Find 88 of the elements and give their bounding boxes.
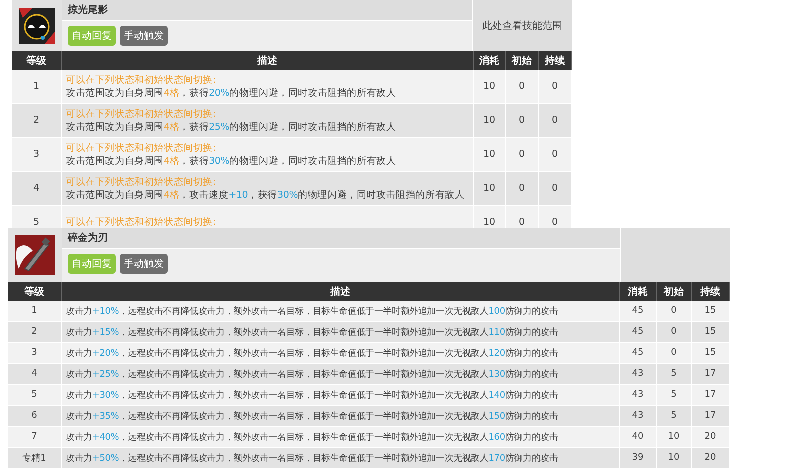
initial-cell: 0	[657, 343, 692, 364]
duration-cell: 0	[539, 206, 572, 228]
skill-description: 攻击范围改为自身周围 4格，攻击速度+10，获得30%的物理闪避，同时攻击阻挡的所有敌人	[66, 188, 465, 202]
duration-cell: 0	[539, 138, 572, 172]
level-cell: 5	[8, 385, 62, 406]
cost-cell: 43	[620, 385, 657, 406]
initial-cell: 0	[657, 322, 692, 343]
skill-tag: 自动回复	[68, 254, 116, 274]
initial-cell: 0	[506, 206, 539, 228]
initial-cell: 0	[506, 70, 539, 104]
cost-cell: 10	[474, 70, 506, 104]
initial-cell: 10	[657, 427, 692, 448]
cost-cell: 10	[474, 172, 506, 206]
mode-note: 可以在下列状态和初始状态间切换:	[66, 142, 216, 154]
duration-cell: 15	[692, 301, 730, 322]
level-cell: 3	[8, 343, 62, 364]
skill-description: 攻击力+25%，远程攻击不再降低攻击力，额外攻击一名目标，目标生命值低于一半时额外追加一次无视敌人130防御力的攻击	[66, 368, 558, 380]
duration-cell: 17	[692, 406, 730, 427]
skill-description: 攻击力+10%，远程攻击不再降低攻击力，额外攻击一名目标，目标生命值低于一半时额外追加一次无视敌人100防御力的攻击	[66, 306, 558, 318]
initial-cell: 10	[657, 448, 692, 469]
duration-cell: 15	[692, 343, 730, 364]
skill-description: 攻击范围改为自身周围 4格，获得30%的物理闪避，同时攻击阻挡的所有敌人	[66, 154, 396, 168]
initial-cell: 0	[506, 104, 539, 138]
cost-cell: 45	[620, 343, 657, 364]
skill-description: 攻击力+35%，远程攻击不再降低攻击力，额外攻击一名目标，目标生命值低于一半时额外追加一次无视敌人150防御力的攻击	[66, 410, 558, 422]
skill-tag: 自动回复	[68, 26, 116, 46]
skill-description: 攻击范围改为自身周围 4格，获得20%的物理闪避，同时攻击阻挡的所有敌人	[66, 86, 396, 100]
cost-cell: 45	[620, 301, 657, 322]
level-cell: 2	[8, 322, 62, 343]
initial-cell: 5	[657, 385, 692, 406]
column-header: 描述	[62, 51, 474, 70]
column-header: 等级	[12, 51, 62, 70]
initial-cell: 0	[657, 301, 692, 322]
duration-cell: 20	[692, 427, 730, 448]
cost-cell: 39	[620, 448, 657, 469]
level-cell: 7	[8, 427, 62, 448]
cost-cell: 45	[620, 322, 657, 343]
mode-note: 可以在下列状态和初始状态间切换:	[66, 216, 216, 228]
level-cell: 3	[12, 138, 62, 172]
level-cell: 4	[12, 172, 62, 206]
duration-cell: 15	[692, 322, 730, 343]
cost-cell: 10	[474, 104, 506, 138]
sword-icon	[15, 235, 55, 275]
column-header: 消耗	[474, 51, 506, 70]
mode-note: 可以在下列状态和初始状态间切换:	[66, 108, 216, 120]
initial-cell: 5	[657, 364, 692, 385]
duration-cell: 17	[692, 385, 730, 406]
column-header: 消耗	[620, 282, 657, 301]
duration-cell: 0	[539, 172, 572, 206]
skill-tag: 手动触发	[120, 254, 168, 274]
cost-cell: 43	[620, 406, 657, 427]
skill-description: 攻击力+50%，远程攻击不再降低攻击力，额外攻击一名目标，目标生命值低于一半时额外追加一次无视敌人170防御力的攻击	[66, 452, 558, 464]
cost-cell: 10	[474, 138, 506, 172]
column-header: 等级	[8, 282, 62, 301]
initial-cell: 0	[506, 172, 539, 206]
level-cell: 1	[8, 301, 62, 322]
skill-description: 攻击力+30%，远程攻击不再降低攻击力，额外攻击一名目标，目标生命值低于一半时额外追加一次无视敌人140防御力的攻击	[66, 390, 558, 402]
column-header: 描述	[62, 282, 620, 301]
duration-cell: 0	[539, 104, 572, 138]
skill-description: 攻击力+20%，远程攻击不再降低攻击力，额外攻击一名目标，目标生命值低于一半时额外追加一次无视敌人120防御力的攻击	[66, 348, 558, 360]
level-cell: 5	[12, 206, 62, 228]
column-header: 初始	[506, 51, 539, 70]
duration-cell: 17	[692, 364, 730, 385]
cat-face-icon	[19, 8, 55, 44]
mode-note: 可以在下列状态和初始状态间切换:	[66, 74, 216, 86]
initial-cell: 5	[657, 406, 692, 427]
skill-description: 攻击力+40%，远程攻击不再降低攻击力，额外攻击一名目标，目标生命值低于一半时额外追加一次无视敌人160防御力的攻击	[66, 432, 558, 444]
duration-cell: 20	[692, 448, 730, 469]
skill-title: 掠光尾影	[68, 4, 108, 17]
cost-cell: 43	[620, 364, 657, 385]
mode-note: 可以在下列状态和初始状态间切换:	[66, 176, 216, 188]
cost-cell: 40	[620, 427, 657, 448]
level-cell: 专精1	[8, 448, 62, 469]
initial-cell: 0	[506, 138, 539, 172]
skill-description: 攻击范围改为自身周围 4格，获得25%的物理闪避，同时攻击阻挡的所有敌人	[66, 120, 396, 134]
level-cell: 6	[8, 406, 62, 427]
cost-cell: 10	[474, 206, 506, 228]
level-cell: 4	[8, 364, 62, 385]
column-header: 持续	[692, 282, 730, 301]
range-link[interactable]: 此处查看技能范围	[482, 18, 562, 32]
skill-title: 碎金为刃	[68, 232, 108, 245]
level-cell: 2	[12, 104, 62, 138]
column-header: 初始	[657, 282, 692, 301]
duration-cell: 0	[539, 70, 572, 104]
skill-tag: 手动触发	[120, 26, 168, 46]
skill-description: 攻击力+15%，远程攻击不再降低攻击力，额外攻击一名目标，目标生命值低于一半时额外追加一次无视敌人110防御力的攻击	[66, 326, 558, 338]
column-header: 持续	[539, 51, 572, 70]
level-cell: 1	[12, 70, 62, 104]
